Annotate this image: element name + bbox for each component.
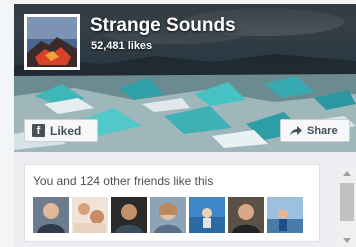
friend-avatar-4[interactable]	[150, 197, 186, 233]
scroll-down-arrow-icon[interactable]	[338, 233, 356, 247]
share-button-label: Share	[307, 124, 338, 137]
facebook-page-plugin: Strange Sounds 52,481 likes f Liked Shar…	[14, 4, 356, 247]
share-button[interactable]: Share	[280, 119, 350, 142]
friend-avatar-1[interactable]	[33, 197, 69, 233]
friends-like-panel: You and 124 other friends like this	[24, 164, 320, 242]
friend-avatar-2[interactable]	[72, 197, 108, 233]
friend-faces-list	[33, 197, 303, 233]
scroll-up-arrow-icon[interactable]	[338, 166, 356, 180]
page-profile-picture[interactable]	[24, 14, 80, 70]
liked-button-label: Liked	[50, 123, 82, 138]
friend-avatar-3[interactable]	[111, 197, 147, 233]
liked-button[interactable]: f Liked	[24, 119, 98, 142]
cover-photo[interactable]: Strange Sounds 52,481 likes f Liked Shar…	[14, 4, 356, 152]
friend-avatar-6[interactable]	[228, 197, 264, 233]
facebook-f-icon: f	[32, 124, 45, 137]
vertical-scrollbar[interactable]	[338, 166, 356, 247]
scrollbar-thumb[interactable]	[340, 183, 354, 221]
share-arrow-icon	[290, 125, 302, 136]
volcano-icon	[27, 17, 77, 67]
page-title[interactable]: Strange Sounds	[90, 15, 236, 37]
friends-like-text: You and 124 other friends like this	[33, 174, 214, 188]
friend-avatar-7[interactable]	[267, 197, 303, 233]
page-likes-count: 52,481 likes	[91, 40, 153, 52]
friend-avatar-5[interactable]	[189, 197, 225, 233]
